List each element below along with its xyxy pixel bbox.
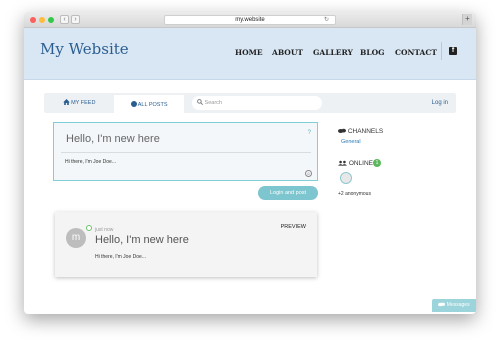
reload-icon[interactable]: ↻ <box>324 16 329 25</box>
online-user-avatar[interactable] <box>340 172 352 184</box>
tab-my-feed[interactable]: MY FEED <box>44 93 114 113</box>
composer-title-input[interactable]: Hello, I'm new here <box>66 133 160 145</box>
search-input[interactable]: Search <box>192 96 322 110</box>
post-composer[interactable]: Hello, I'm new here ? Hi there, I'm Joe … <box>53 122 318 181</box>
search-placeholder: Search <box>204 100 222 106</box>
channels-label: CHANNELS <box>347 128 384 135</box>
address-text: my.website <box>235 17 265 23</box>
preview-title: Hello, I'm new here <box>95 234 189 246</box>
help-icon[interactable]: ? <box>308 130 311 136</box>
new-tab-button[interactable]: + <box>462 14 472 25</box>
composer-divider <box>61 152 311 153</box>
channels-icon <box>338 128 346 133</box>
online-count-badge: 1 <box>373 159 381 167</box>
login-link[interactable]: Log in <box>432 93 448 113</box>
back-button[interactable]: ‹ <box>60 15 69 24</box>
channels-heading: CHANNELS <box>338 128 383 135</box>
composer-body-input[interactable]: Hi there, I'm Joe Doe... <box>65 159 116 165</box>
anonymous-count: +2 anonymous <box>338 191 371 197</box>
users-icon <box>338 160 347 166</box>
address-bar[interactable]: my.website ↻ <box>164 15 336 25</box>
forward-button[interactable]: › <box>71 15 80 24</box>
preview-body: Hi there, I'm Joe Doe... <box>95 254 146 260</box>
nav-divider <box>441 42 442 60</box>
channel-general-link[interactable]: General <box>341 139 361 145</box>
site-title[interactable]: My Website <box>40 40 129 58</box>
post-preview: m just now Hello, I'm new here PREVIEW H… <box>55 212 317 277</box>
close-window-button[interactable] <box>30 17 36 23</box>
messages-label: Messages <box>446 302 470 308</box>
login-and-post-button[interactable]: Login and post <box>258 186 318 200</box>
avatar: m <box>66 228 86 248</box>
facebook-icon[interactable]: f <box>449 47 457 55</box>
globe-icon <box>130 101 137 107</box>
nav-contact[interactable]: CONTACT <box>395 48 437 57</box>
home-icon <box>62 99 70 105</box>
messages-button[interactable]: Messages <box>432 299 476 312</box>
online-heading: ONLINE <box>338 160 373 167</box>
online-label: ONLINE <box>348 160 374 167</box>
site-header: My Website HOME ABOUT GALLERY BLOG CONTA… <box>24 28 476 80</box>
preview-badge: PREVIEW <box>280 224 306 230</box>
minimize-window-button[interactable] <box>39 17 45 23</box>
nav-blog[interactable]: BLOG <box>360 48 385 57</box>
feed-toolbar: MY FEED ALL POSTS Search Log in <box>44 93 456 113</box>
nav-gallery[interactable]: GALLERY <box>313 48 353 57</box>
tab-my-feed-label: MY FEED <box>71 100 96 106</box>
nav-home[interactable]: HOME <box>235 48 263 57</box>
search-icon <box>197 99 204 106</box>
online-status-icon <box>86 225 92 231</box>
post-timestamp: just now <box>95 227 114 233</box>
browser-toolbar: ‹ › my.website ↻ + <box>24 12 476 28</box>
browser-window: ‹ › my.website ↻ + My Website HOME ABOUT… <box>24 12 476 314</box>
emoji-icon[interactable]: ☺ <box>305 170 312 177</box>
nav-about[interactable]: ABOUT <box>272 48 303 57</box>
maximize-window-button[interactable] <box>48 17 54 23</box>
tab-all-posts-label: ALL POSTS <box>137 102 168 108</box>
chat-icon <box>438 302 446 307</box>
tab-all-posts[interactable]: ALL POSTS <box>114 93 184 113</box>
